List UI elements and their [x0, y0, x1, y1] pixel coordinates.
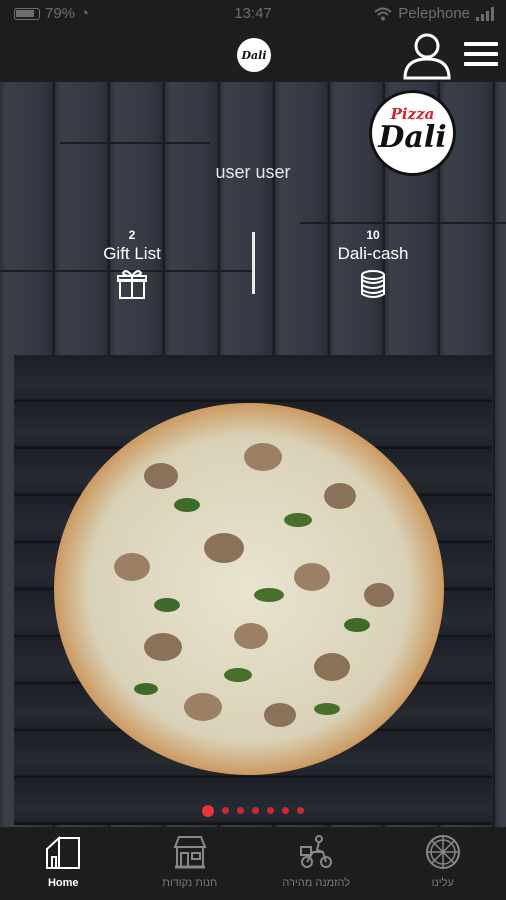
- tab-home-label: Home: [47, 877, 79, 889]
- menu-bar: [464, 42, 498, 46]
- mushroom-topping: [294, 563, 330, 591]
- gift-icon: [117, 270, 147, 299]
- user-name: user user: [215, 162, 291, 182]
- tab-about[interactable]: עלינו: [380, 827, 506, 900]
- header-logo[interactable]: Dali: [237, 38, 271, 72]
- mushroom-topping: [184, 693, 222, 721]
- spinach-topping: [314, 703, 340, 715]
- spinach-topping: [284, 513, 312, 527]
- spinach-topping: [134, 683, 158, 695]
- mushroom-topping: [234, 623, 268, 649]
- carousel-dot[interactable]: [252, 807, 259, 814]
- spinach-topping: [174, 498, 200, 512]
- dali-cash-count: 10: [366, 228, 380, 242]
- signal-icon: [476, 6, 494, 21]
- mushroom-topping: [314, 653, 350, 681]
- user-profile-button[interactable]: [402, 32, 452, 80]
- tab-home[interactable]: Home: [0, 827, 127, 900]
- mushroom-topping: [144, 463, 178, 489]
- carousel-dot[interactable]: [297, 807, 304, 814]
- menu-bar: [464, 62, 498, 66]
- network-indicator: Pelephone: [374, 5, 496, 22]
- profile-panel: Pizza Dali user user 2 Gift List 10 Dali…: [0, 82, 506, 827]
- user-icon: [403, 33, 451, 80]
- mushroom-topping: [114, 553, 150, 581]
- carrier-name: Pelephone: [398, 5, 470, 22]
- carousel-dot[interactable]: [202, 805, 214, 817]
- mushroom-topping: [204, 533, 244, 563]
- delivery-icon: [300, 835, 333, 868]
- carousel-dot[interactable]: [237, 807, 244, 814]
- spinach-topping: [344, 618, 370, 632]
- pizza-icon: [425, 835, 460, 869]
- dali-cash-button[interactable]: 10 Dali-cash: [303, 228, 443, 305]
- carousel-dot[interactable]: [282, 807, 289, 814]
- menu-button[interactable]: [464, 42, 498, 70]
- header-logo-text: Dali: [241, 48, 267, 62]
- menu-bar: [464, 52, 498, 56]
- spinach-topping: [154, 598, 180, 612]
- mushroom-topping: [264, 703, 296, 727]
- mushroom-topping: [324, 483, 356, 509]
- store-icon: [173, 836, 207, 869]
- tab-points-store[interactable]: חנות נקודות: [127, 827, 254, 900]
- coins-icon: [361, 270, 385, 298]
- promo-carousel[interactable]: [14, 355, 492, 825]
- tab-quick-order[interactable]: להזמנה מהירה: [253, 827, 380, 900]
- brand-logo-main: Dali: [378, 120, 447, 155]
- tab-about-label: עלינו: [431, 877, 454, 889]
- wood-seam: [300, 222, 506, 224]
- wifi-icon: [374, 7, 392, 20]
- pizza-image: [54, 403, 444, 775]
- wood-seam: [60, 142, 210, 144]
- status-bar: 79% ◔ 13:47 Pelephone: [0, 0, 506, 28]
- gift-list-button[interactable]: 2 Gift List: [62, 228, 202, 305]
- app-header: Dali: [0, 28, 506, 82]
- mushroom-topping: [244, 443, 282, 471]
- dali-cash-label: Dali-cash: [337, 244, 409, 263]
- carousel-pagination: [0, 805, 506, 817]
- gift-list-count: 2: [128, 228, 136, 242]
- tab-points-store-label: חנות נקודות: [162, 877, 218, 889]
- stats-divider: [252, 232, 255, 294]
- carousel-dot[interactable]: [222, 807, 229, 814]
- gift-list-label: Gift List: [103, 244, 161, 263]
- home-icon: [46, 835, 81, 869]
- carousel-dot[interactable]: [267, 807, 274, 814]
- tab-bar: Home חנות נקודות להזמנה מהירה עלינו: [0, 827, 506, 900]
- spinach-topping: [254, 588, 284, 602]
- tab-quick-order-label: להזמנה מהירה: [282, 877, 351, 889]
- mushroom-topping: [364, 583, 394, 607]
- spinach-topping: [224, 668, 252, 682]
- mushroom-topping: [144, 633, 182, 661]
